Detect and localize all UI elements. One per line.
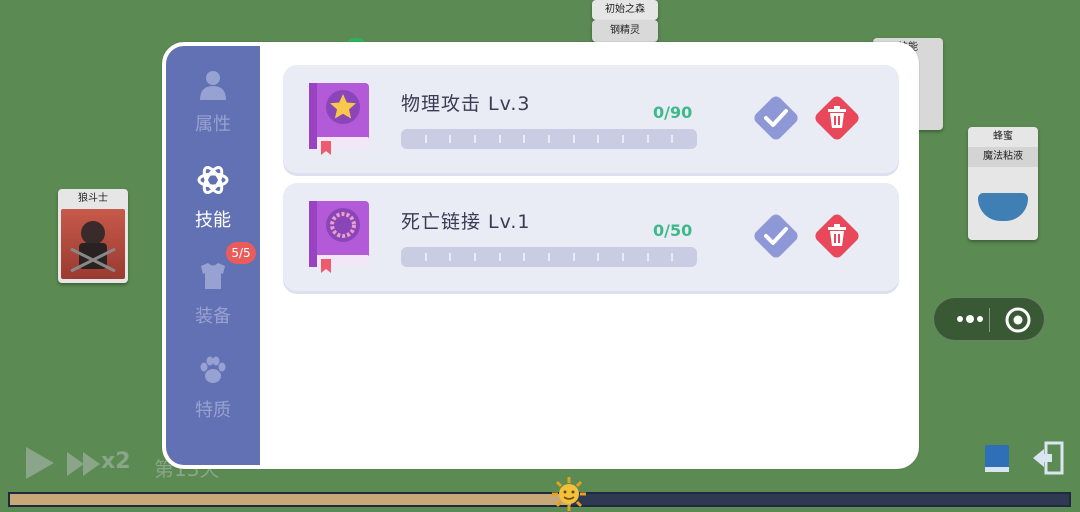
- xp-tick: [572, 253, 575, 261]
- tab-label: 特质: [195, 400, 231, 421]
- tab-label: 属性: [195, 114, 231, 135]
- card-honey[interactable]: 蜂蜜 魔法粘液: [968, 127, 1038, 240]
- sidebar: 属性 技能 装备 5/5 特质: [166, 46, 260, 465]
- xp-tick: [449, 253, 452, 261]
- xp-tick: [572, 135, 575, 143]
- skill-name: 物理攻击 Lv.3: [401, 93, 531, 115]
- xp-tick: [548, 253, 550, 261]
- xp-tick: [498, 253, 501, 261]
- xp-tick: [474, 253, 476, 261]
- xp-tick: [597, 253, 600, 261]
- paw-icon: [197, 354, 229, 386]
- tab-skills[interactable]: 技能: [166, 164, 260, 254]
- xp-tick: [646, 253, 649, 261]
- skill-xp-text: 0/50: [653, 221, 693, 240]
- xp-tick: [424, 135, 427, 143]
- enemy-name-tag: 钢精灵: [592, 20, 658, 42]
- play-icon[interactable]: [22, 445, 56, 481]
- xp-tick: [474, 135, 476, 143]
- close-target-icon[interactable]: [1004, 306, 1032, 334]
- card-title: 蜂蜜: [993, 131, 1013, 142]
- tab-traits[interactable]: 特质: [166, 354, 260, 444]
- xp-tick: [622, 135, 624, 143]
- slime-bowl-art: [978, 193, 1028, 221]
- speed-label[interactable]: x2: [101, 449, 131, 474]
- confirm-button[interactable]: [751, 93, 801, 143]
- capsule-menu: [933, 297, 1045, 341]
- skill-row: 死亡链接 Lv.1 0/50: [283, 183, 899, 291]
- exit-icon[interactable]: [1030, 441, 1066, 475]
- atom-icon: [197, 164, 229, 196]
- tab-label: 技能: [195, 210, 231, 231]
- delete-button[interactable]: [812, 211, 862, 261]
- sun-icon: [551, 476, 587, 512]
- chain-book-icon: [305, 199, 373, 273]
- delete-button[interactable]: [812, 93, 862, 143]
- capsule-divider: [989, 308, 990, 332]
- xp-tick: [523, 135, 526, 143]
- person-icon: [197, 68, 229, 100]
- xp-tick: [671, 135, 674, 143]
- confirm-button[interactable]: [751, 211, 801, 261]
- book-icon[interactable]: [983, 444, 1011, 474]
- skill-xp-bar: [401, 247, 697, 267]
- xp-tick: [498, 135, 501, 143]
- skill-row: 物理攻击 Lv.3 0/90: [283, 65, 899, 173]
- equip-count-badge: 5/5: [226, 242, 256, 264]
- tab-label: 装备: [195, 306, 231, 327]
- tab-attributes[interactable]: 属性: [166, 68, 260, 158]
- xp-tick: [622, 253, 624, 261]
- area-name-tag: 初始之森: [592, 0, 658, 20]
- xp-tick: [597, 135, 600, 143]
- xp-tick: [523, 253, 526, 261]
- wolf-warrior-art: [61, 209, 125, 279]
- skill-xp-bar: [401, 129, 697, 149]
- card-subtitle: 魔法粘液: [968, 147, 1038, 167]
- xp-tick: [671, 253, 674, 261]
- xp-tick: [548, 135, 550, 143]
- xp-tick: [424, 253, 427, 261]
- skill-name: 死亡链接 Lv.1: [401, 211, 531, 233]
- day-progress-fill: [10, 494, 572, 505]
- star-book-icon: [305, 81, 373, 155]
- card-wolf-warrior[interactable]: 狼斗士: [58, 189, 128, 283]
- character-modal: 属性 技能 装备 5/5 特质 物理攻击 Lv.3 0/90 死亡链接 Lv.1…: [162, 42, 919, 469]
- xp-tick: [646, 135, 649, 143]
- skill-list: 物理攻击 Lv.3 0/90 死亡链接 Lv.1 0/50: [260, 46, 915, 465]
- more-icon[interactable]: [950, 298, 990, 340]
- card-title: 狼斗士: [78, 193, 108, 204]
- fast-forward-icon[interactable]: [66, 450, 102, 478]
- day-progress-bar: [8, 492, 1071, 507]
- armor-icon: [197, 260, 229, 292]
- xp-tick: [449, 135, 452, 143]
- tab-equipment[interactable]: 装备: [166, 260, 260, 350]
- skill-xp-text: 0/90: [653, 103, 693, 122]
